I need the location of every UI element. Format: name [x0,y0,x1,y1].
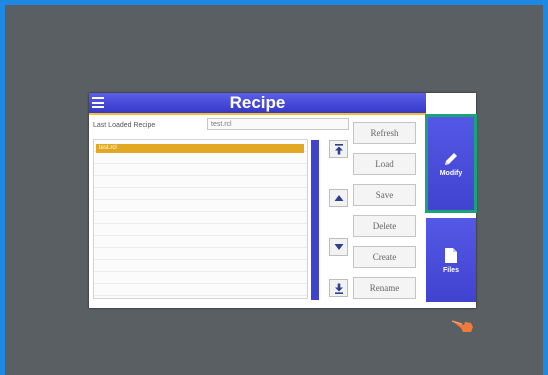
hmi-screen: Recipe Last Loaded Recipe test.rcl test.… [89,93,477,308]
page-title: Recipe [229,93,286,112]
document-icon [445,247,457,263]
list-scrollbar[interactable] [311,140,319,300]
modify-label: Modify [439,169,463,177]
files-label: Files [443,266,459,274]
scroll-down-button[interactable] [329,238,348,256]
list-item[interactable]: test.rcl [96,144,304,153]
create-button[interactable]: Create [353,246,416,268]
recipe-list[interactable]: test.rcl [93,139,308,299]
pointing-hand-icon [451,320,473,332]
refresh-button[interactable]: Refresh [353,122,416,144]
photo-frame: Recipe Last Loaded Recipe test.rcl test.… [0,0,548,375]
down-arrow-icon [334,244,343,250]
delete-button[interactable]: Delete [353,215,416,237]
title-bar: Recipe [89,93,426,113]
scroll-up-button[interactable] [329,189,348,207]
hamburger-menu-icon[interactable] [92,97,104,108]
save-button[interactable]: Save [353,184,416,206]
last-loaded-field: test.rcl [207,118,349,130]
scroll-top-button[interactable] [329,140,348,158]
load-button[interactable]: Load [353,153,416,175]
modify-button[interactable]: Modify [425,114,477,213]
scroll-bottom-button[interactable] [329,279,348,297]
files-button[interactable]: Files [426,218,476,302]
double-down-arrow-icon [334,283,343,294]
up-arrow-icon [334,195,343,201]
title-divider [89,113,426,115]
double-up-arrow-icon [334,143,343,154]
last-loaded-label: Last Loaded Recipe [93,122,156,129]
rename-button[interactable]: Rename [353,277,416,299]
pencil-icon [445,152,457,165]
